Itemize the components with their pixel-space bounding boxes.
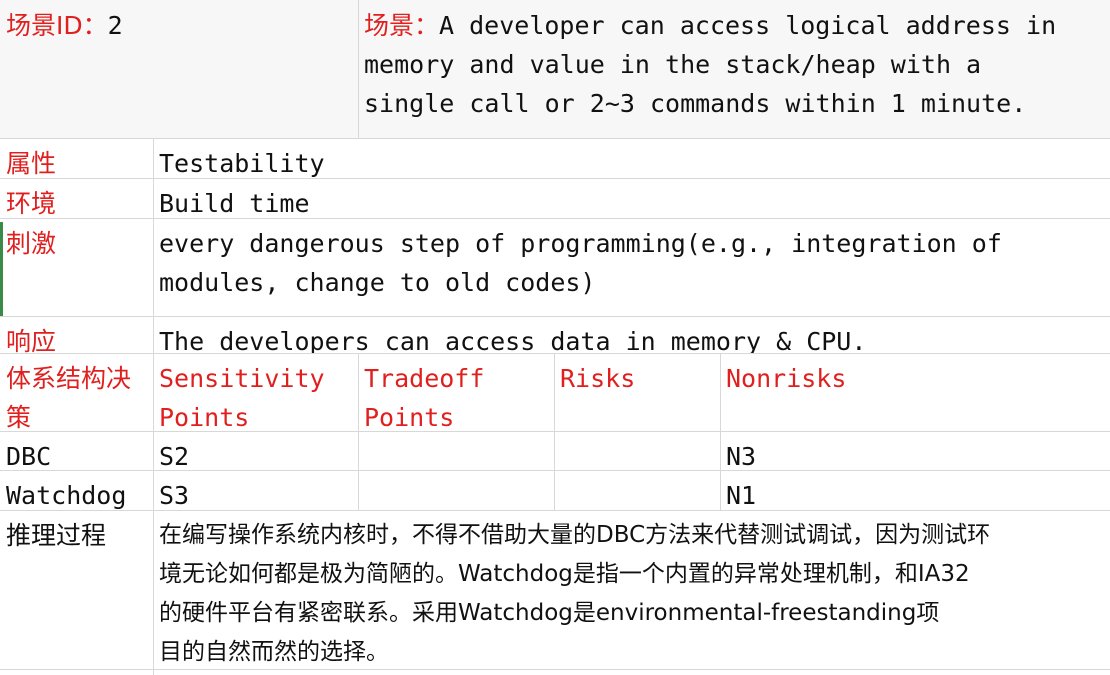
- scenario-desc-label: 场景：: [364, 11, 440, 40]
- header-sensitivity-line-2: Points: [159, 403, 250, 431]
- scenario-id-value: 2: [107, 11, 123, 40]
- grid-line: [0, 353, 1110, 354]
- environment-label[interactable]: 环境: [0, 178, 153, 218]
- grid-line: [720, 353, 721, 510]
- stimulus-value[interactable]: every dangerous step of programming(e.g.…: [153, 218, 1110, 316]
- grid-line: [0, 431, 1110, 432]
- reasoning-line-4: 目的自然而然的选择。: [159, 639, 389, 665]
- grid-line: [153, 138, 154, 675]
- row-watchdog-risks[interactable]: [554, 470, 720, 510]
- reasoning-line-3: 的硬件平台有紧密联系。采用Watchdog是environmental-free…: [159, 600, 940, 626]
- header-sensitivity-line-1: Sensitivity: [159, 364, 325, 393]
- grid-line: [0, 316, 1110, 317]
- reasoning-line-2: 境无论如何都是极为简陋的。Watchdog是指一个内置的异常处理机制，和IA32: [159, 561, 970, 587]
- stimulus-line-2: modules, change to old codes): [159, 268, 596, 297]
- grid-line: [358, 0, 359, 138]
- scenario-desc-cell[interactable]: 场景：A developer can access logical addres…: [358, 0, 1110, 138]
- row-dbc-nonrisks[interactable]: N3: [720, 431, 1110, 470]
- header-sensitivity[interactable]: Sensitivity Points: [153, 353, 358, 431]
- header-tradeoff-line-2: Points: [364, 403, 455, 431]
- header-tradeoff[interactable]: Tradeoff Points: [358, 353, 554, 431]
- scenario-id-cell[interactable]: 场景ID：2: [0, 0, 358, 138]
- scenario-id-label: 场景ID：: [6, 11, 108, 40]
- decisions-label[interactable]: 体系结构决 策: [0, 353, 153, 431]
- row-watchdog-name[interactable]: Watchdog: [0, 470, 153, 510]
- response-value[interactable]: The developers can access data in memory…: [153, 316, 1110, 353]
- decisions-label-line-2: 策: [6, 403, 32, 431]
- environment-value[interactable]: Build time: [153, 178, 1110, 218]
- scenario-desc-line-2: memory and value in the stack/heap with …: [364, 50, 982, 79]
- row-dbc-sensitivity[interactable]: S2: [153, 431, 358, 470]
- row-dbc-name[interactable]: DBC: [0, 431, 153, 470]
- reasoning-line-1: 在编写操作系统内核时，不得不借助大量的DBC方法来代替测试调试，因为测试环: [159, 522, 991, 548]
- row-dbc-risks[interactable]: [554, 431, 720, 470]
- grid-line: [0, 218, 1110, 219]
- grid-line: [0, 669, 1110, 670]
- scenario-desc-line-3: single call or 2~3 commands within 1 min…: [364, 89, 1027, 118]
- row-watchdog-nonrisks[interactable]: N1: [720, 470, 1110, 510]
- grid-line: [0, 510, 1110, 511]
- attribute-label[interactable]: 属性: [0, 138, 153, 178]
- grid-line: [554, 353, 555, 510]
- selection-edge: [0, 222, 3, 316]
- attribute-value[interactable]: Testability: [153, 138, 1110, 178]
- reasoning-label[interactable]: 推理过程: [0, 510, 153, 675]
- grid-line: [0, 470, 1110, 471]
- header-risks[interactable]: Risks: [554, 353, 720, 431]
- row-watchdog-tradeoff[interactable]: [358, 470, 554, 510]
- reasoning-value[interactable]: 在编写操作系统内核时，不得不借助大量的DBC方法来代替测试调试，因为测试环 境无…: [153, 510, 1110, 675]
- scenario-sheet: 场景ID：2 场景：A developer can access logical…: [0, 0, 1110, 675]
- decisions-label-line-1: 体系结构决: [6, 364, 132, 393]
- row-dbc-tradeoff[interactable]: [358, 431, 554, 470]
- header-nonrisks[interactable]: Nonrisks: [720, 353, 1110, 431]
- header-tradeoff-line-1: Tradeoff: [364, 364, 485, 393]
- row-watchdog-sensitivity[interactable]: S3: [153, 470, 358, 510]
- grid-line: [358, 353, 359, 510]
- grid-line: [0, 178, 1110, 179]
- scenario-desc-line-1: A developer can access logical address i…: [439, 11, 1057, 40]
- response-label[interactable]: 响应: [0, 316, 153, 353]
- stimulus-label[interactable]: 刺激: [0, 218, 153, 316]
- grid-line: [0, 138, 1110, 139]
- stimulus-line-1: every dangerous step of programming(e.g.…: [159, 229, 1002, 258]
